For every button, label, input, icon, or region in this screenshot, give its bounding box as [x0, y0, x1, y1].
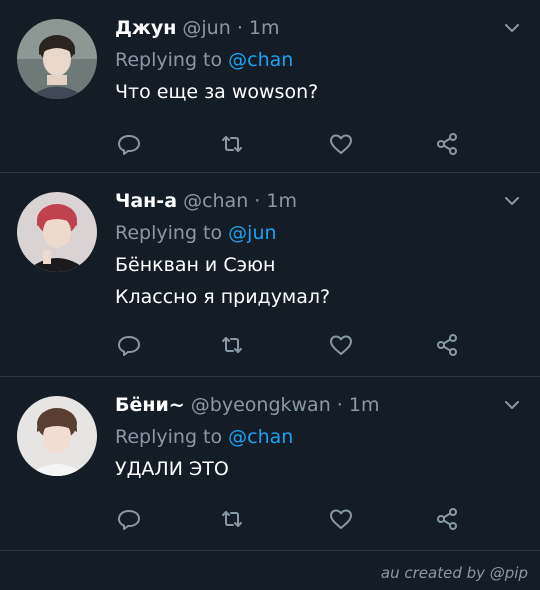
avatar[interactable]: [17, 396, 97, 476]
reply-icon[interactable]: [115, 331, 143, 359]
tweet[interactable]: Бёни~ @byeongkwan · 1m Replying to @chan…: [0, 377, 540, 551]
tweet-text-line: УДАЛИ ЭТО: [115, 458, 229, 480]
user-handle[interactable]: @chan: [183, 190, 248, 212]
replying-label: Replying to: [115, 222, 223, 244]
share-icon[interactable]: [433, 505, 461, 533]
chevron-down-icon[interactable]: [502, 395, 522, 415]
tweet-text-line: Классно я придумал?: [115, 286, 331, 308]
separator-dot: ·: [336, 394, 343, 416]
timestamp[interactable]: 1m: [266, 190, 297, 212]
timestamp[interactable]: 1m: [349, 394, 380, 416]
avatar[interactable]: [17, 192, 97, 272]
tweet-header: Чан-а @chan · 1m: [115, 187, 500, 215]
retweet-icon[interactable]: [218, 331, 246, 359]
chevron-down-icon[interactable]: [502, 191, 522, 211]
replying-to: Replying to @jun: [115, 217, 500, 249]
tweet[interactable]: Чан-а @chan · 1m Replying to @jun Бёнква…: [0, 173, 540, 377]
replying-to: Replying to @chan: [115, 44, 500, 76]
tweet-content: Бёни~ @byeongkwan · 1m Replying to @chan…: [115, 391, 500, 485]
heart-icon[interactable]: [327, 331, 355, 359]
tweet-header: Джун @jun · 1m: [115, 14, 500, 42]
tweet-content: Джун @jun · 1m Replying to @chan Что еще…: [115, 14, 500, 108]
heart-icon[interactable]: [327, 505, 355, 533]
mention-link[interactable]: @chan: [228, 426, 293, 448]
display-name[interactable]: Джун: [115, 17, 176, 39]
replying-label: Replying to: [115, 49, 223, 71]
tweet-text-line: Бёнкван и Сэюн: [115, 254, 276, 276]
avatar[interactable]: [17, 19, 97, 99]
tweet-actions: [115, 505, 485, 533]
share-icon[interactable]: [433, 130, 461, 158]
retweet-icon[interactable]: [218, 130, 246, 158]
tweet[interactable]: Джун @jun · 1m Replying to @chan Что еще…: [0, 0, 540, 173]
share-icon[interactable]: [433, 331, 461, 359]
tweet-feed: Джун @jun · 1m Replying to @chan Что еще…: [0, 0, 540, 551]
replying-label: Replying to: [115, 426, 223, 448]
separator-dot: ·: [236, 17, 243, 39]
mention-link[interactable]: @jun: [228, 222, 276, 244]
user-handle[interactable]: @byeongkwan: [191, 394, 331, 416]
separator-dot: ·: [254, 190, 261, 212]
heart-icon[interactable]: [327, 130, 355, 158]
tweet-actions: [115, 130, 485, 158]
display-name[interactable]: Бёни~: [115, 394, 185, 416]
reply-icon[interactable]: [115, 130, 143, 158]
credit-text: au created by @pip: [380, 564, 528, 582]
timestamp[interactable]: 1m: [249, 17, 280, 39]
mention-link[interactable]: @chan: [228, 49, 293, 71]
replying-to: Replying to @chan: [115, 421, 500, 453]
user-handle[interactable]: @jun: [182, 17, 230, 39]
reply-icon[interactable]: [115, 505, 143, 533]
display-name[interactable]: Чан-а: [115, 190, 177, 212]
chevron-down-icon[interactable]: [502, 18, 522, 38]
retweet-icon[interactable]: [218, 505, 246, 533]
tweet-actions: [115, 331, 485, 359]
tweet-content: Чан-а @chan · 1m Replying to @jun Бёнква…: [115, 187, 500, 313]
tweet-header: Бёни~ @byeongkwan · 1m: [115, 391, 500, 419]
tweet-text-line: Что еще за wowson?: [115, 81, 319, 103]
